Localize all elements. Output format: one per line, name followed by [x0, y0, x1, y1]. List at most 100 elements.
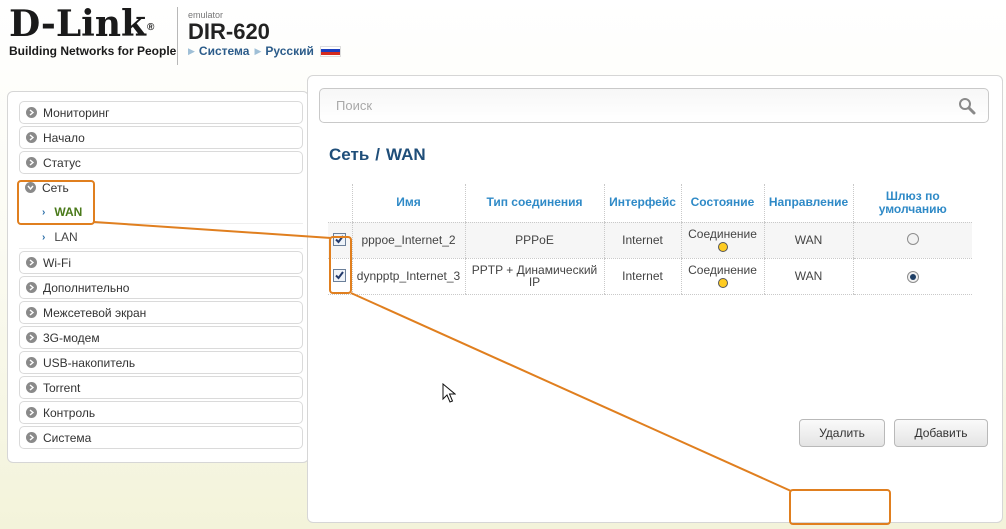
russian-flag-icon[interactable] [319, 45, 341, 57]
connection-name: dynpptp_Internet_3 [351, 258, 465, 295]
default-gateway-cell [852, 222, 972, 259]
main-panel: Сеть / WAN Имя Тип соединения Интерфейс Со… [307, 75, 1003, 523]
page-title: Сеть / WAN [329, 145, 432, 165]
chevron-right-icon [26, 382, 37, 393]
default-gateway-cell [852, 258, 972, 295]
header-divider [177, 7, 178, 65]
sidebar-item-control[interactable]: Контроль [19, 401, 303, 424]
sidebar-item-label: Дополнительно [43, 280, 130, 295]
connection-state: Соединение [680, 258, 764, 295]
table-row[interactable]: pppoe_Internet_2 PPPoE Internet Соединен… [328, 222, 972, 259]
default-gateway-radio[interactable] [906, 270, 919, 283]
connection-type: PPPoE [464, 222, 604, 259]
breadcrumb-separator: / [375, 145, 381, 164]
sidebar-subitem-lan[interactable]: › LAN [19, 226, 303, 249]
sidebar-item-label: Межсетевой экран [43, 305, 147, 320]
arrow-right-icon: › [42, 231, 46, 243]
breadcrumb-page: WAN [386, 145, 426, 164]
chevron-right-icon [26, 157, 37, 168]
chevron-right-icon [26, 257, 37, 268]
mouse-pointer-icon [442, 383, 456, 403]
chevron-right-icon [26, 307, 37, 318]
column-header-direction: Направление [763, 184, 853, 223]
column-header-type: Тип соединения [464, 184, 604, 223]
sidebar-item-label: Начало [43, 130, 85, 145]
sidebar-item-label: Сеть [42, 180, 69, 195]
chevron-right-icon [26, 357, 37, 368]
chevron-right-icon [26, 107, 37, 118]
table-row[interactable]: dynpptp_Internet_3 PPTP + Динамический I… [328, 258, 972, 295]
sidebar-item-firewall[interactable]: Межсетевой экран [19, 301, 303, 324]
chevron-right-icon [26, 432, 37, 443]
connection-interface: Internet [603, 222, 681, 259]
connection-type: PPTP + Динамический IP [464, 258, 604, 295]
default-gateway-radio[interactable] [906, 233, 919, 245]
sidebar-item-3g-modem[interactable]: 3G-модем [19, 326, 303, 349]
select-column-header [328, 184, 352, 223]
connection-name: pppoe_Internet_2 [351, 222, 465, 259]
sidebar-item-label: WAN [54, 205, 83, 219]
arrow-right-icon: › [42, 206, 46, 218]
state-label: Соединение [688, 263, 757, 277]
connection-interface: Internet [603, 258, 681, 295]
triangle-right-icon: ▶ [254, 45, 262, 56]
chevron-right-icon [26, 407, 37, 418]
column-header-name: Имя [351, 184, 465, 223]
registered-mark: ® [146, 22, 155, 33]
sidebar-item-label: LAN [54, 230, 78, 244]
search-icon[interactable] [958, 97, 976, 118]
sidebar-subitem-wan[interactable]: › WAN [19, 201, 303, 224]
table-header-row: Имя Тип соединения Интерфейс Состояние Н… [328, 184, 972, 223]
add-button[interactable]: Добавить [894, 419, 988, 447]
sidebar-item-network[interactable]: Сеть [19, 176, 303, 199]
state-label: Соединение [688, 227, 757, 241]
header-links: ▶ Система ▶ Русский [188, 44, 341, 58]
delete-button[interactable]: Удалить [799, 419, 885, 447]
connection-state: Соединение [680, 222, 764, 259]
logo-text: D-Link [9, 3, 146, 45]
breadcrumb-section: Сеть [329, 145, 370, 164]
sidebar-item-monitoring[interactable]: Мониторинг [19, 101, 303, 124]
search-input[interactable] [334, 97, 934, 114]
column-header-default-gateway: Шлюз по умолчанию [852, 184, 972, 223]
logo-tagline: Building Networks for People [9, 44, 177, 58]
device-model: DIR-620 [188, 19, 270, 44]
sidebar-item-label: Torrent [43, 380, 81, 395]
sidebar-menu: Мониторинг Начало Статус Сеть › WAN › LA… [7, 91, 309, 463]
sidebar-item-usb-storage[interactable]: USB-накопитель [19, 351, 303, 374]
row-checkbox[interactable] [333, 269, 347, 282]
connection-direction: WAN [763, 222, 853, 259]
chevron-right-icon [26, 332, 37, 343]
language-link[interactable]: Русский [265, 44, 314, 58]
column-header-interface: Интерфейс [603, 184, 681, 223]
sidebar-item-label: Мониторинг [43, 105, 110, 120]
sidebar-item-label: USB-накопитель [43, 355, 136, 370]
sidebar-item-wifi[interactable]: Wi-Fi [19, 251, 303, 274]
chevron-down-icon [25, 182, 36, 193]
triangle-right-icon: ▶ [188, 45, 195, 56]
row-checkbox[interactable] [333, 233, 347, 246]
row-select-cell [328, 258, 352, 295]
search-box [319, 88, 989, 123]
sidebar-item-start[interactable]: Начало [19, 126, 303, 149]
sidebar-item-label: Система [43, 430, 92, 445]
sidebar-item-label: Контроль [43, 405, 96, 420]
sidebar-item-advanced[interactable]: Дополнительно [19, 276, 303, 299]
status-dot-icon [717, 278, 728, 288]
column-header-state: Состояние [680, 184, 764, 223]
system-menu-link[interactable]: Система [199, 44, 250, 58]
status-dot-icon [717, 242, 728, 252]
sidebar-item-label: 3G-модем [43, 330, 100, 345]
chevron-right-icon [26, 132, 37, 143]
sidebar-item-torrent[interactable]: Torrent [19, 376, 303, 399]
chevron-right-icon [26, 282, 37, 293]
sidebar-item-label: Wi-Fi [43, 255, 71, 270]
dlink-logo: D-Link® Building Networks for People [9, 3, 177, 58]
connection-direction: WAN [763, 258, 853, 295]
header-device-info: emulator DIR-620 ▶ Система ▶ Русский [188, 10, 341, 58]
sidebar-item-system[interactable]: Система [19, 426, 303, 449]
row-select-cell [328, 222, 352, 259]
sidebar-item-status[interactable]: Статус [19, 151, 303, 174]
sidebar-item-label: Статус [43, 155, 81, 170]
wan-connections-table: Имя Тип соединения Интерфейс Состояние Н… [328, 184, 972, 295]
